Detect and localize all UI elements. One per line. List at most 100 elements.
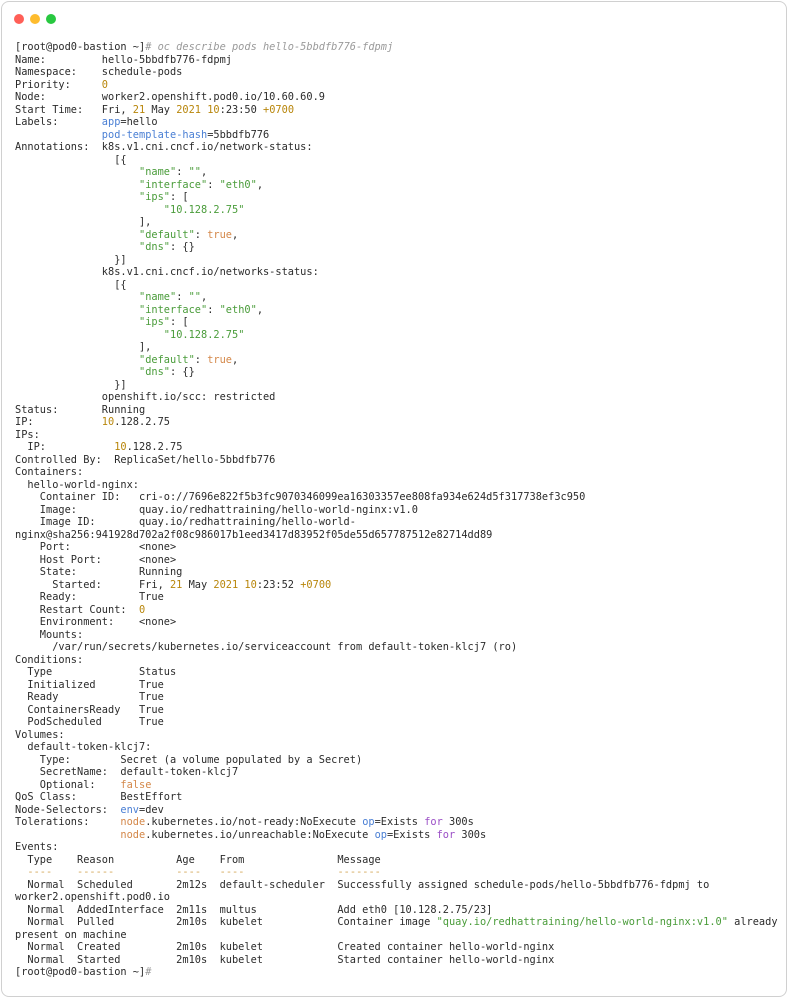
- terminal-text: ,: [232, 353, 239, 366]
- terminal-line: SecretName: default-token-klcj7: [15, 766, 780, 779]
- terminal-line: Ready: True: [15, 591, 780, 604]
- terminal-text: :: [207, 303, 220, 316]
- terminal-text: Initialized True: [15, 678, 164, 691]
- terminal-text: "": [188, 166, 202, 178]
- terminal-text: "interface": [139, 303, 208, 316]
- terminal-line: "default": true,: [15, 229, 780, 242]
- terminal-line: Mounts:: [15, 629, 780, 642]
- terminal-line: Optional: false: [15, 779, 780, 792]
- terminal-line: State: Running: [15, 566, 780, 579]
- terminal-text: "10.128.2.75": [163, 328, 245, 341]
- terminal-line: openshift.io/scc: restricted: [15, 391, 780, 404]
- terminal-line: Initialized True: [15, 679, 780, 692]
- terminal-text: QoS Class: BestEffort: [15, 791, 183, 803]
- terminal-line: "10.128.2.75": [15, 329, 780, 342]
- terminal-text: Started: Fri,: [15, 578, 170, 591]
- terminal-line: Labels: app=hello: [15, 116, 780, 129]
- terminal-line: QoS Class: BestEffort: [15, 791, 780, 804]
- terminal-line: Normal Pulled 2m10s kubelet Container im…: [15, 916, 780, 929]
- close-button[interactable]: [14, 14, 24, 24]
- terminal-text: 2021: [176, 103, 202, 116]
- terminal-text: "eth0": [219, 303, 257, 316]
- terminal-line: "name": "",: [15, 166, 780, 179]
- terminal-text: Optional:: [15, 778, 121, 791]
- terminal-text: Normal Created 2m10s kubelet Created con…: [15, 941, 555, 953]
- terminal-line: }]: [15, 379, 780, 392]
- terminal-text: 0: [139, 603, 146, 616]
- terminal-line: Status: Running: [15, 404, 780, 417]
- terminal-text: IPs:: [15, 428, 40, 441]
- terminal-text: 10: [114, 441, 127, 453]
- terminal-text: IP:: [15, 416, 102, 428]
- terminal-text: : [: [170, 316, 189, 328]
- terminal-text: ,: [256, 178, 264, 191]
- terminal-text: env: [120, 803, 139, 816]
- terminal-line: "interface": "eth0",: [15, 304, 780, 317]
- terminal-text: "ips": [139, 316, 170, 328]
- terminal-line: "dns": {}: [15, 366, 780, 379]
- terminal-text: Node-Selectors:: [15, 803, 121, 816]
- terminal-line: hello-world-nginx:: [15, 479, 780, 492]
- title-bar: [2, 2, 786, 34]
- terminal-text: }]: [15, 253, 127, 266]
- terminal-text: for: [424, 816, 443, 828]
- terminal-text: Controlled By: ReplicaSet/hello-5bbdfb77…: [15, 453, 276, 466]
- terminal-text: #: [145, 966, 152, 978]
- terminal-line: Normal Created 2m10s kubelet Created con…: [15, 941, 780, 954]
- minimize-button[interactable]: [30, 14, 40, 24]
- terminal-text: "": [188, 291, 202, 303]
- terminal-text: node: [120, 816, 146, 828]
- terminal-line: present on machine: [15, 929, 780, 942]
- terminal-line: /var/run/secrets/kubernetes.io/serviceac…: [15, 641, 780, 654]
- terminal-text: Normal Pulled 2m10s kubelet Container im…: [15, 916, 437, 928]
- terminal-text: Type Reason Age From Message: [15, 853, 381, 866]
- terminal-line: nginx@sha256:941928d702a2f08c986017b1eed…: [15, 529, 780, 542]
- terminal-text: :23:50: [219, 103, 264, 116]
- terminal-text: "10.128.2.75": [163, 203, 245, 216]
- terminal-text: Ready True: [15, 691, 164, 703]
- terminal-text: 300s: [442, 816, 474, 828]
- terminal-line: [{: [15, 154, 780, 167]
- terminal-text: Type Status: [15, 666, 177, 678]
- terminal-text: : [: [170, 191, 189, 203]
- terminal-text: PodScheduled True: [15, 716, 164, 728]
- terminal-line: }]: [15, 254, 780, 267]
- terminal-line: "default": true,: [15, 354, 780, 367]
- terminal-text: :: [194, 228, 208, 241]
- terminal-text: : {}: [170, 241, 195, 253]
- terminal-text: Normal AddedInterface 2m11s multus Add e…: [15, 903, 493, 916]
- terminal-text: +0700: [263, 103, 295, 116]
- terminal-line: [{: [15, 279, 780, 292]
- terminal-line: Normal AddedInterface 2m11s multus Add e…: [15, 904, 780, 917]
- terminal-text: ,: [232, 228, 239, 241]
- terminal-text: Ready: True: [15, 591, 164, 603]
- terminal-text: "quay.io/redhattraining/hello-world-ngin…: [436, 916, 728, 928]
- terminal-text: 2021: [213, 578, 239, 591]
- terminal-text: Normal Scheduled 2m12s default-scheduler…: [15, 878, 710, 891]
- terminal-text: Container ID: cri-o://7696e822f5b3fc9070…: [15, 491, 586, 503]
- terminal-line: "interface": "eth0",: [15, 179, 780, 192]
- terminal-output[interactable]: [root@pod0-bastion ~]# oc describe pods …: [15, 41, 780, 979]
- terminal-text: Restart Count:: [15, 603, 139, 616]
- terminal-text: "ips": [139, 191, 170, 203]
- terminal-text: Normal Started 2m10s kubelet Started con…: [15, 953, 555, 966]
- terminal-text: false: [120, 778, 152, 791]
- terminal-text: Labels:: [15, 116, 102, 128]
- terminal-text: hello-world-nginx:: [15, 478, 139, 491]
- terminal-text: SecretName: default-token-klcj7: [15, 766, 239, 778]
- terminal-text: true: [207, 353, 233, 366]
- terminal-text: Containers:: [15, 466, 84, 478]
- terminal-line: PodScheduled True: [15, 716, 780, 729]
- terminal-window: [root@pod0-bastion ~]# oc describe pods …: [1, 1, 787, 997]
- terminal-line: Type Reason Age From Message: [15, 854, 780, 867]
- zoom-button[interactable]: [46, 14, 56, 24]
- terminal-text: openshift.io/scc: restricted: [15, 391, 276, 403]
- terminal-line: Priority: 0: [15, 79, 780, 92]
